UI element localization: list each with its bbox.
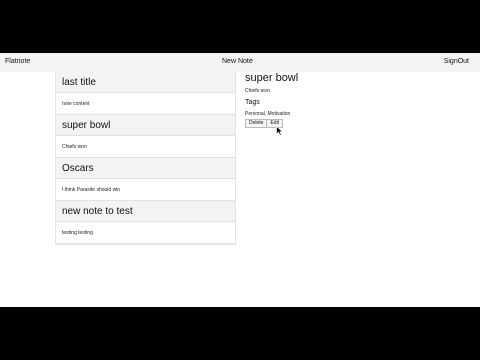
note-body: I think Parasite should win [56,179,235,201]
sign-out-link[interactable]: SignOut [444,58,469,65]
note-header[interactable]: last title [56,72,235,93]
note-body: Chiefs won [56,136,235,158]
note-title: super bowl [62,119,111,131]
brand-link[interactable]: Flatnote [5,58,30,65]
note-item[interactable]: super bowl Chiefs won [56,115,235,158]
note-title: last title [62,76,96,88]
note-title: new note to test [62,205,133,217]
mouse-pointer-icon [276,126,284,136]
note-item[interactable]: Oscars I think Parasite should win [56,158,235,201]
tags-heading: Tags [245,99,260,106]
tags-list: Personal, Motivation [245,111,291,117]
detail-title: super bowl [245,72,299,84]
delete-button[interactable]: Delete [245,119,268,128]
new-note-link[interactable]: New Note [222,58,253,65]
note-body: testing testing [56,222,235,244]
note-header[interactable]: new note to test [56,201,235,222]
note-content: Chiefs won [62,143,87,150]
app-window: Flatnote New Note SignOut last title not… [0,53,480,307]
note-content: note content [62,100,90,107]
note-title: Oscars [62,162,94,174]
note-item[interactable]: new note to test testing testing [56,201,235,244]
note-body: note content [56,93,235,115]
note-header[interactable]: super bowl [56,115,235,136]
notes-list: last title note content super bowl Chief… [55,72,236,245]
detail-content: Chiefs won [245,88,270,94]
note-header[interactable]: Oscars [56,158,235,179]
navbar: Flatnote New Note SignOut [0,53,480,72]
note-content: testing testing [62,229,93,236]
note-item[interactable]: last title note content [56,72,235,115]
note-content: I think Parasite should win [62,186,121,193]
